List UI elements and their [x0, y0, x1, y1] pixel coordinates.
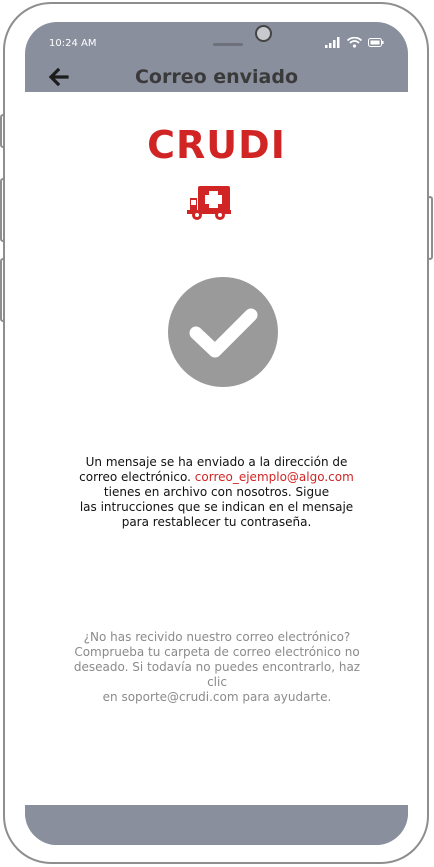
status-icons: [325, 37, 384, 48]
confirmation-message: Un mensaje se ha enviado a la dirección …: [75, 455, 358, 530]
help-text-2: en soporte@crudi.com para ayudarte.: [102, 690, 332, 704]
battery-icon: [368, 38, 384, 47]
checkmark-icon: [189, 308, 258, 358]
help-text-1: ¿No has recivido nuestro correo electrón…: [73, 630, 361, 689]
speaker-grille: [213, 43, 243, 46]
status-time: 10:24 AM: [49, 38, 97, 49]
message-text-3: las intrucciones que se indican en el me…: [79, 500, 354, 529]
phone-screen: 10:24 AM Correo enviado CRUDI Un mensaje…: [25, 22, 408, 845]
check-circle-icon: [168, 277, 278, 387]
bottom-bar: [25, 805, 408, 845]
app-header: Correo enviado: [25, 64, 408, 92]
status-bar: 10:24 AM: [25, 22, 408, 64]
email-address: correo_ejemplo@algo.com: [194, 470, 354, 484]
message-text-2: tienes en archivo con nosotros. Sigue: [103, 485, 330, 499]
signal-icon: [325, 37, 340, 48]
front-camera: [255, 25, 272, 42]
wifi-icon: [347, 37, 362, 48]
ambulance-icon: [187, 186, 231, 220]
brand-name: CRUDI: [147, 123, 286, 167]
main-content: CRUDI Un mensaje se ha enviado a la dire…: [25, 92, 408, 805]
page-title: Correo enviado: [134, 66, 299, 88]
help-text: ¿No has recivido nuestro correo electrón…: [73, 630, 361, 705]
